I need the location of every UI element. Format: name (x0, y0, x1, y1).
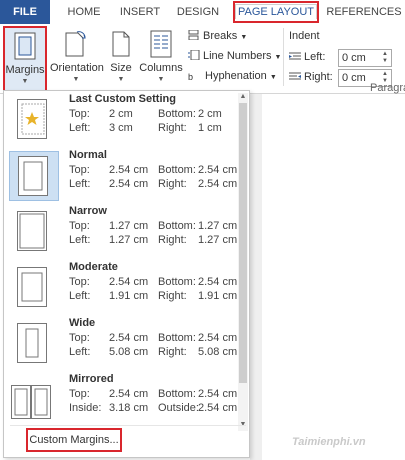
indent-right-value: 0 cm (342, 72, 366, 84)
option-name: Last Custom Setting (69, 93, 176, 105)
tab-page-layout-label: PAGE LAYOUT (235, 4, 318, 19)
indent-left-icon (289, 51, 301, 61)
columns-label: Columns (139, 62, 183, 74)
watermark: Taimienphi.vn (292, 436, 366, 448)
normal-thumbnail-icon (9, 151, 59, 201)
margin-option-normal[interactable]: Normal Top: 2.54 cm Bottom: 2.54 cm Left: 2.… (7, 147, 237, 203)
indent-left-label-row: Left: (289, 51, 325, 63)
line-numbers-icon (188, 49, 200, 61)
margin-option-mirrored[interactable]: Mirrored Top: 2.54 cm Bottom: 2.54 cm Insid… (7, 371, 237, 427)
orientation-label: Orientation (50, 62, 104, 74)
indent-right-icon (289, 71, 301, 81)
hyphenation-caret-icon: ▼ (269, 74, 277, 81)
margins-icon (14, 32, 36, 63)
scroll-up-icon[interactable]: ▲ (238, 93, 248, 103)
tab-references[interactable]: REFERENCES (326, 0, 402, 24)
line-numbers-label: Line Numbers (203, 50, 272, 62)
line-numbers-button[interactable]: Line Numbers ▼ (188, 49, 282, 62)
indent-right-label-row: Right: (289, 71, 333, 83)
narrow-thumbnail-icon (9, 207, 59, 257)
tab-page-layout[interactable]: PAGE LAYOUT (233, 1, 319, 23)
ribbon-tabs: FILE HOME INSERT DESIGN PAGE LAYOUT REFE… (0, 0, 405, 24)
size-icon (110, 30, 132, 61)
indent-left-label: Left: (304, 51, 326, 63)
orientation-button[interactable]: Orientation ▼ (50, 26, 104, 92)
option-name: Moderate (69, 261, 118, 273)
columns-caret-icon: ▼ (157, 76, 165, 83)
size-label: Size (110, 62, 132, 74)
tab-design[interactable]: DESIGN (172, 0, 224, 24)
group-divider (283, 28, 284, 86)
custom-margins-button[interactable]: Custom Margins... (26, 428, 122, 452)
indent-left-spinner-icon[interactable]: ▲ ▼ (382, 51, 390, 65)
breaks-caret-icon: ▼ (240, 34, 248, 41)
wide-thumbnail-icon (9, 319, 59, 369)
breaks-label: Breaks (203, 30, 238, 42)
mirrored-thumbnail-icon (9, 375, 59, 425)
margin-option-moderate[interactable]: Moderate Top: 2.54 cm Bottom: 2.54 cm Left:… (7, 259, 237, 315)
columns-icon (150, 30, 172, 61)
option-name: Normal (69, 149, 107, 161)
last-custom-thumbnail-icon (9, 95, 59, 145)
margins-label: Margins (5, 64, 45, 76)
indent-right-label: Right: (304, 71, 333, 83)
margin-option-last-custom[interactable]: Last Custom Setting Top: 2 cm Bottom: 2 cm … (7, 91, 237, 147)
tab-file[interactable]: FILE (0, 0, 50, 24)
indent-left-value: 0 cm (342, 52, 366, 64)
document-page[interactable] (262, 94, 405, 460)
menu-separator (10, 425, 246, 426)
orientation-icon (63, 30, 89, 61)
hyphenation-button[interactable]: b Hyphenation ▼ (188, 70, 277, 82)
size-caret-icon: ▼ (117, 76, 125, 83)
margins-dropdown: ▲ ▼ Last Custom Setting Top:2 cmBottom:2… (3, 90, 250, 458)
indent-title: Indent (289, 30, 320, 42)
columns-button[interactable]: Columns ▼ (138, 26, 184, 92)
breaks-button[interactable]: Breaks ▼ (188, 29, 248, 42)
ribbon: Margins ▼ Orientation ▼ Size ▼ Columns ▼… (0, 24, 405, 94)
hyphenation-icon: b (188, 72, 194, 82)
moderate-thumbnail-icon (9, 263, 59, 313)
scroll-down-icon[interactable]: ▼ (238, 421, 248, 431)
tab-home[interactable]: HOME (60, 0, 108, 24)
hyphenation-label: Hyphenation (205, 70, 267, 82)
margin-option-wide[interactable]: Wide Top: 2.54 cm Bottom: 2.54 cm Left: 5.08… (7, 315, 237, 371)
margin-option-narrow[interactable]: Narrow Top: 1.27 cm Bottom: 1.27 cm Left: 1.… (7, 203, 237, 259)
margins-caret-icon: ▼ (21, 78, 29, 85)
line-numbers-caret-icon: ▼ (274, 54, 282, 61)
scrollbar-thumb[interactable] (239, 103, 247, 383)
option-name: Narrow (69, 205, 107, 217)
orientation-caret-icon: ▼ (72, 76, 80, 83)
indent-left-field[interactable]: 0 cm ▲ ▼ (338, 49, 392, 67)
breaks-icon (188, 29, 200, 41)
paragraph-group-label: Paragra (370, 82, 405, 94)
margins-button[interactable]: Margins ▼ (3, 26, 47, 92)
option-name: Wide (69, 317, 96, 329)
option-name: Mirrored (69, 373, 114, 385)
tab-insert[interactable]: INSERT (114, 0, 166, 24)
size-button[interactable]: Size ▼ (104, 26, 138, 92)
